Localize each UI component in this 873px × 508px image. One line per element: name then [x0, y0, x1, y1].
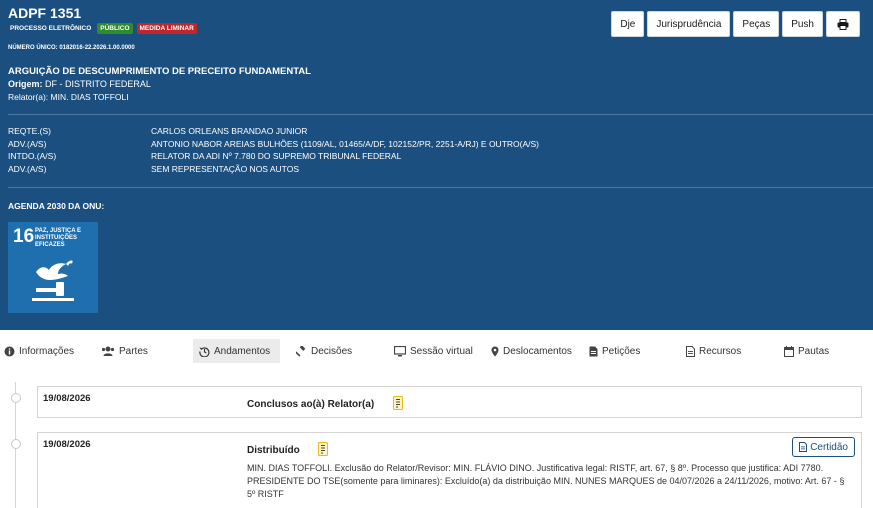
- andamento-title: Distribuído: [247, 445, 300, 456]
- andamento-date: 19/08/2026: [43, 439, 91, 450]
- agenda-label: AGENDA 2030 DA ONU:: [8, 201, 105, 211]
- print-button[interactable]: [826, 11, 860, 37]
- tab-label: Recursos: [699, 345, 742, 357]
- party-row: REQTE.(S) CARLOS ORLEANS BRANDAO JUNIOR: [8, 126, 539, 139]
- push-button[interactable]: Push: [782, 11, 823, 37]
- calendar-icon: [784, 345, 794, 357]
- certidao-button[interactable]: Certidão: [792, 437, 855, 457]
- document-icon[interactable]: [318, 442, 328, 456]
- andamento-date: 19/08/2026: [43, 393, 91, 404]
- dove-gavel-icon: [32, 260, 74, 301]
- map-marker-icon: [491, 346, 499, 356]
- jurisprudence-button[interactable]: Jurisprudência: [647, 11, 731, 37]
- sdg-16-tile[interactable]: 16 PAZ, JUSTIÇA E INSTITUIÇÕES EFICAZES: [8, 222, 98, 313]
- tab-label: Informações: [19, 345, 75, 357]
- andamento-card: 19/08/2026 Distribuído Certidão MIN. DIA…: [37, 432, 862, 508]
- andamento-description: MIN. DIAS TOFFOLI. Exclusão do Relator/R…: [247, 463, 845, 499]
- badge-public: PÚBLICO: [97, 23, 133, 34]
- process-title: ADPF 1351: [8, 5, 82, 21]
- documents-button[interactable]: Peças: [733, 11, 780, 37]
- sdg-number: 16: [13, 226, 35, 247]
- tab-label: Deslocamentos: [503, 345, 572, 357]
- history-icon: [199, 346, 210, 357]
- file-text-icon: [799, 442, 808, 452]
- timeline-dot: [11, 439, 21, 449]
- tab-label: Andamentos: [214, 345, 271, 357]
- file-pdf-icon: [589, 346, 598, 356]
- tab-deslocamentos[interactable]: Deslocamentos: [491, 339, 572, 363]
- parties-list: REQTE.(S) CARLOS ORLEANS BRANDAO JUNIOR …: [8, 126, 539, 176]
- party-name: RELATOR DA ADI Nº 7.780 DO SUPREMO TRIBU…: [151, 151, 402, 161]
- process-badges: PROCESSO ELETRÔNICO PÚBLICO MEDIDA LIMIN…: [8, 23, 197, 34]
- party-type: ADV.(A/S): [8, 163, 47, 174]
- document-icon[interactable]: [393, 396, 403, 410]
- party-name: CARLOS ORLEANS BRANDAO JUNIOR: [151, 126, 308, 136]
- andamento-card: 19/08/2026 Conclusos ao(à) Relator(a): [37, 386, 862, 418]
- tab-decisoes[interactable]: Decisões: [296, 339, 352, 363]
- gavel-icon: [296, 345, 306, 357]
- process-tabs: Informações Partes Andamentos Decisões S…: [0, 339, 873, 364]
- party-row: ADV.(A/S) ANTONIO NABOR AREIAS BULHÕES (…: [8, 139, 539, 152]
- tab-label: Sessão virtual: [410, 345, 473, 357]
- timeline-dot: [11, 393, 21, 403]
- origin: Origem: DF - DISTRITO FEDERAL: [8, 79, 151, 89]
- certidao-label: Certidão: [810, 441, 848, 453]
- andamento-title: Conclusos ao(à) Relator(a): [247, 399, 375, 410]
- sdg-text: PAZ, JUSTIÇA E INSTITUIÇÕES EFICAZES: [35, 228, 82, 248]
- tab-partes[interactable]: Partes: [101, 339, 148, 363]
- origin-value: DF - DISTRITO FEDERAL: [45, 79, 151, 89]
- tab-pautas[interactable]: Pautas: [784, 339, 829, 363]
- badge-electronic: PROCESSO ELETRÔNICO: [10, 25, 92, 32]
- process-class: ARGUIÇÃO DE DESCUMPRIMENTO DE PRECEITO F…: [8, 66, 311, 77]
- party-name: ANTONIO NABOR AREIAS BULHÕES (1109/AL, 0…: [151, 138, 539, 149]
- party-row: ADV.(A/S) SEM REPRESENTAÇÃO NOS AUTOS: [8, 164, 539, 177]
- users-icon: [101, 346, 115, 356]
- tab-label: Partes: [119, 345, 148, 357]
- tab-label: Decisões: [311, 345, 353, 357]
- tab-label: Petições: [602, 345, 641, 357]
- header-actions: Dje Jurisprudência Peças Push: [611, 11, 860, 37]
- process-header: ADPF 1351 PROCESSO ELETRÔNICO PÚBLICO ME…: [0, 0, 873, 330]
- dje-button[interactable]: Dje: [611, 11, 645, 37]
- tab-sessao-virtual[interactable]: Sessão virtual: [394, 339, 473, 363]
- file-text-icon: [686, 345, 695, 357]
- tab-informacoes[interactable]: Informações: [4, 339, 74, 363]
- party-type: REQTE.(S): [8, 126, 51, 136]
- tab-andamentos[interactable]: Andamentos: [193, 339, 281, 363]
- badge-injunction: MEDIDA LIMINAR: [136, 23, 197, 34]
- tab-peticoes[interactable]: Petições: [589, 339, 640, 363]
- party-type: ADV.(A/S): [8, 138, 47, 149]
- monitor-icon: [394, 345, 406, 356]
- origin-label: Origem:: [8, 79, 43, 89]
- tab-label: Pautas: [798, 345, 830, 357]
- party-type: INTDO.(A/S): [8, 151, 57, 161]
- divider: [8, 114, 873, 115]
- party-name: SEM REPRESENTAÇÃO NOS AUTOS: [151, 163, 299, 174]
- rapporteur: Relator(a): MIN. DIAS TOFFOLI: [8, 92, 129, 102]
- print-icon: [837, 18, 849, 30]
- party-row: INTDO.(A/S) RELATOR DA ADI Nº 7.780 DO S…: [8, 151, 539, 164]
- tab-recursos[interactable]: Recursos: [686, 339, 741, 363]
- unique-number: NÚMERO ÚNICO: 0182016-22.2026.1.00.0000: [8, 45, 135, 51]
- info-icon: [4, 346, 15, 356]
- divider: [8, 187, 873, 188]
